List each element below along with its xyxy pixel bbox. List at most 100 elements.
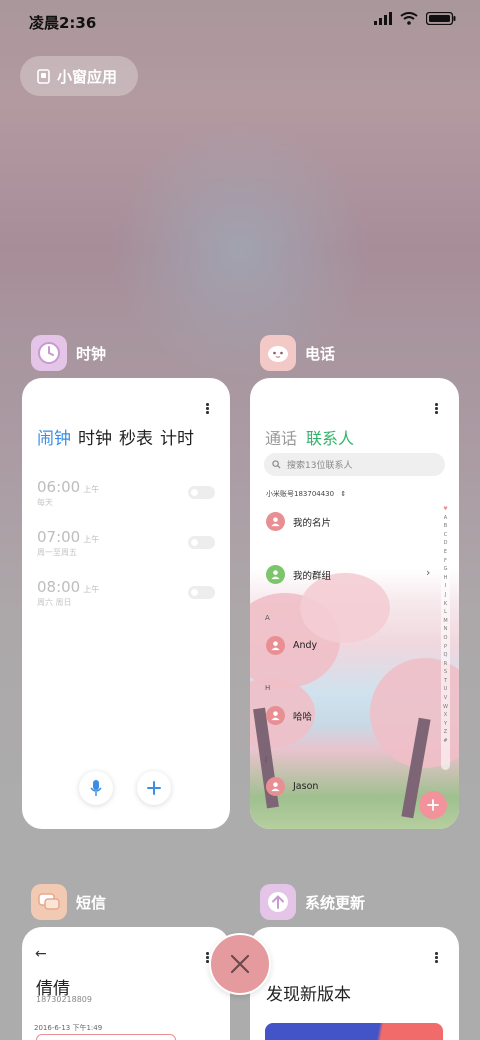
contact-row[interactable]: Jason [266,777,318,796]
sms-app-card[interactable]: ← 倩倩 18730218809 2016-6-13 下午1:49 [22,927,230,1040]
avatar [266,512,285,531]
index-letter: T [443,677,448,684]
person-icon [271,782,280,792]
floating-window-icon [37,68,50,84]
add-contact-button[interactable] [419,791,447,819]
avatar [266,706,285,725]
index-letter: Y [443,720,448,727]
tab-contacts[interactable]: 联系人 [306,425,354,449]
index-letter: I [444,583,447,590]
phone-face-icon [268,346,288,362]
index-letter: D [443,540,448,547]
message-timestamp: 2016-6-13 下午1:49 [34,1024,103,1032]
more-icon[interactable] [206,403,209,414]
voice-button[interactable] [79,771,113,805]
alarm-item[interactable]: 06:00 上午 每天 [37,478,99,508]
index-letter: U [443,686,448,693]
status-icons [374,12,456,25]
index-letter: Q [443,652,448,659]
index-letter: E [443,548,448,555]
index-letter: X [443,712,448,719]
index-letter: L [444,609,447,616]
alarm-toggle[interactable] [188,486,215,499]
tab-timer[interactable]: 计时 [160,424,194,449]
clear-all-button[interactable] [209,933,271,995]
status-time: 凌晨2:36 [29,14,97,32]
clock-app-card[interactable]: 闹钟 时钟 秒表 计时 06:00 上午 每天 07:00 上午 周一至周五 08:… [22,378,230,829]
section-letter: A [265,614,270,622]
conversation-number: 18730218809 [36,995,92,1004]
tab-calls[interactable]: 通话 [265,425,297,449]
contact-name: 我的名片 [293,517,332,529]
index-letter: ♥ [443,506,448,512]
alarm-period: 上午 [83,485,100,494]
index-letter: O [443,634,448,641]
section-letter: H [265,684,271,692]
more-icon[interactable] [435,403,438,414]
avatar [266,636,285,655]
alarm-repeat: 周一至周五 [37,548,77,557]
close-icon [230,954,250,974]
section-letter: J [265,755,268,763]
alarm-repeat: 周六 周日 [37,598,72,607]
alarm-item[interactable]: 08:00 上午 周六 周日 [37,578,99,608]
contact-search-input[interactable]: 搜索13位联系人 [264,453,445,476]
my-groups-row[interactable]: 我的群组 [266,565,331,584]
sms-app-header[interactable]: 短信 [31,884,106,920]
alarm-period: 上午 [83,585,100,594]
updater-app-icon [260,884,296,920]
index-letter: B [443,523,448,530]
index-letter: # [443,738,448,745]
clock-app-icon [31,335,67,371]
sms-app-icon [31,884,67,920]
phone-app-card[interactable]: 通话 联系人 搜索13位联系人 小米账号183704430 ⇕ 我的名片 我的群 [250,378,459,829]
updater-app-card[interactable]: 发现新版本 [250,927,459,1040]
index-letter: C [443,531,448,538]
switch-icon: ⇕ [340,490,347,498]
index-letter: R [443,660,448,667]
alarm-toggle[interactable] [188,536,215,549]
person-icon [271,641,280,651]
updater-app-header[interactable]: 系统更新 [260,884,365,920]
contact-row[interactable]: Andy [266,636,317,655]
phone-app-header[interactable]: 电话 [260,335,335,371]
battery-icon [426,12,456,25]
microphone-icon [90,780,102,796]
more-icon[interactable] [435,952,438,963]
alarm-time: 08:00 [37,578,81,596]
avatar [266,777,285,796]
back-arrow-icon[interactable]: ← [35,946,47,962]
add-alarm-button[interactable] [137,771,171,805]
person-icon [271,711,280,721]
tab-alarm[interactable]: 闹钟 [37,424,71,449]
index-letter: Z [443,729,448,736]
clock-app-name: 时钟 [76,344,107,363]
index-letter: G [443,566,448,573]
plus-icon [427,799,439,811]
clock-icon [38,342,60,364]
message-bubble [36,1034,176,1040]
signal-icon [374,12,392,25]
my-card-row[interactable]: 我的名片 [266,512,331,531]
floating-window-label: 小窗应用 [57,67,118,86]
alphabet-index-bar[interactable]: ♥ A B C D E F G H I J K L M N O P Q R S … [441,502,450,770]
plus-icon [147,781,161,795]
clock-app-header[interactable]: 时钟 [31,335,106,371]
person-icon [271,517,280,527]
index-letter: W [443,703,448,710]
alarm-time: 07:00 [37,528,81,546]
alarm-toggle[interactable] [188,586,215,599]
contact-name: Jason [293,781,319,792]
index-letter: N [443,626,448,633]
account-selector[interactable]: 小米账号183704430 ⇕ [266,489,346,499]
search-icon [272,460,281,469]
phone-tabs: 通话 联系人 [265,425,354,449]
contact-row[interactable]: 哈哈 [266,706,312,725]
group-icon [271,570,280,580]
sms-app-name: 短信 [76,893,107,912]
alarm-item[interactable]: 07:00 上午 周一至周五 [37,528,99,558]
tab-stopwatch[interactable]: 秒表 [119,424,153,449]
tab-clock[interactable]: 时钟 [78,424,112,449]
floating-window-button[interactable]: 小窗应用 [20,56,138,96]
contact-name: Andy [293,640,318,651]
